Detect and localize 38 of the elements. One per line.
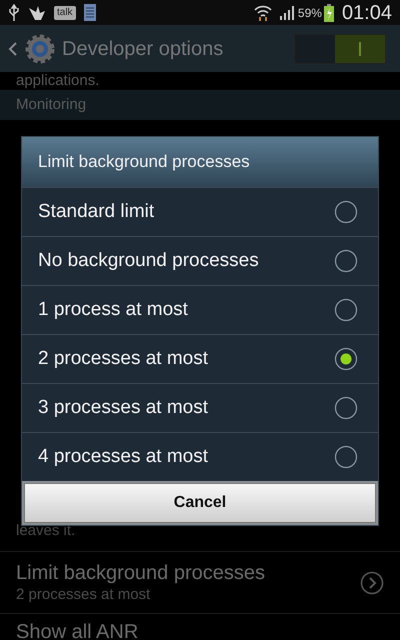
setting-summary: 2 processes at most — [16, 584, 152, 604]
screen-title: Developer options — [62, 36, 224, 62]
option-row[interactable]: 1 process at most — [22, 285, 378, 334]
cancel-button[interactable]: Cancel — [24, 483, 376, 523]
chevron-circle-icon — [360, 570, 384, 594]
radio-button[interactable] — [334, 298, 358, 322]
wifi-icon — [254, 4, 272, 20]
option-row[interactable]: 2 processes at most — [22, 334, 378, 383]
back-icon[interactable] — [8, 40, 18, 56]
option-label: 4 processes at most — [38, 444, 210, 469]
gear-icon — [24, 32, 56, 64]
radio-button[interactable] — [334, 200, 358, 224]
talk-icon: talk — [54, 6, 76, 20]
option-label: Standard limit — [38, 200, 156, 224]
battery-icon — [324, 4, 334, 22]
option-row[interactable]: 3 processes at most — [22, 383, 378, 432]
option-label: 3 processes at most — [38, 396, 210, 420]
option-label: 1 process at most — [38, 298, 189, 322]
dialog-title: Limit background processes — [22, 137, 378, 187]
radio-button[interactable] — [334, 445, 358, 469]
option-row[interactable]: No background processes — [22, 236, 378, 285]
settings-row[interactable]: Limit background processes 2 processes at most — [0, 552, 400, 614]
sim-card-icon — [84, 4, 96, 21]
clock: 01:04 — [342, 0, 392, 26]
setting-summary: applications. — [15, 72, 100, 90]
setting-title: Limit background processes — [16, 560, 266, 584]
setting-title: Show all ANR — [15, 620, 140, 640]
radio-button[interactable] — [334, 347, 358, 371]
section-header: Monitoring — [0, 90, 400, 120]
usb-icon — [8, 4, 20, 22]
battery-percent: 59% — [298, 4, 322, 22]
option-row[interactable]: Standard limit — [22, 187, 378, 236]
option-label: 2 processes at most — [38, 346, 210, 371]
option-label: No background processes — [38, 248, 260, 273]
signal-icon — [280, 6, 296, 20]
radio-button[interactable] — [334, 249, 358, 273]
master-switch[interactable] — [294, 34, 386, 64]
radio-button[interactable] — [334, 396, 358, 420]
